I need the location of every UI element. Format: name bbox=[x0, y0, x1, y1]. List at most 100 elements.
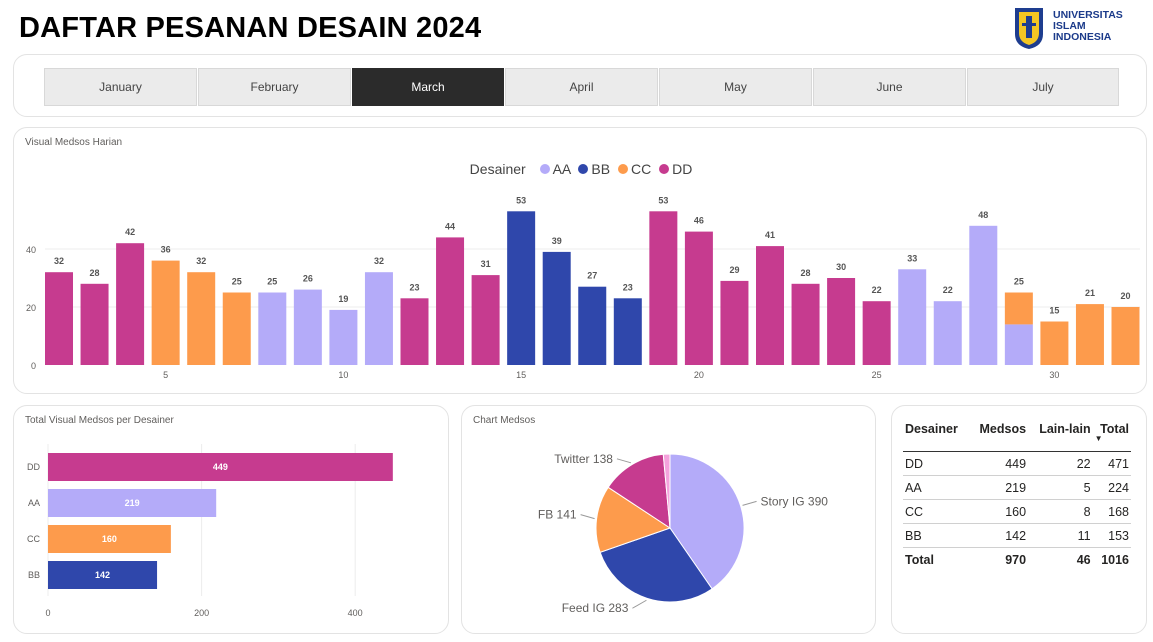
designer-bar-chart: 0 200 400 DD 449 AA 219 CC 160 BB 142 bbox=[27, 444, 393, 618]
data-label: 160 bbox=[102, 534, 117, 544]
month-button-march[interactable]: March bbox=[352, 68, 504, 106]
bar[interactable] bbox=[578, 286, 607, 365]
crest-icon bbox=[1015, 8, 1043, 49]
category-label: DD bbox=[27, 462, 40, 472]
bar[interactable] bbox=[827, 278, 856, 365]
bar[interactable] bbox=[187, 272, 216, 365]
x-tick-label: 200 bbox=[194, 608, 209, 618]
bar[interactable] bbox=[684, 231, 713, 365]
col-header-total[interactable]: Total ▼ bbox=[1092, 420, 1131, 452]
month-button-january[interactable]: January bbox=[44, 68, 197, 106]
table-row[interactable]: CC 160 8 168 bbox=[903, 499, 1131, 524]
sort-desc-icon: ▼ bbox=[1094, 434, 1103, 443]
data-label: 219 bbox=[125, 498, 140, 508]
table-header-row: Desainer Medsos Lain-lain Total ▼ bbox=[903, 420, 1131, 452]
cell-lain-lain: 5 bbox=[1028, 475, 1093, 500]
bar[interactable] bbox=[329, 309, 358, 365]
bar[interactable] bbox=[80, 283, 109, 365]
x-tick-label: 20 bbox=[694, 370, 704, 380]
table-row[interactable]: DD 449 22 471 bbox=[903, 451, 1131, 476]
bar[interactable] bbox=[720, 280, 749, 365]
bar[interactable] bbox=[542, 251, 571, 365]
cell-desainer: CC bbox=[903, 499, 970, 524]
data-label: 19 bbox=[338, 294, 348, 304]
data-label: 25 bbox=[1014, 277, 1024, 287]
cell-medsos: 219 bbox=[969, 475, 1029, 500]
x-tick-label: 25 bbox=[872, 370, 882, 380]
cell-desainer: DD bbox=[903, 451, 970, 476]
total-medsos: 970 bbox=[969, 547, 1029, 572]
x-tick-label: 10 bbox=[338, 370, 348, 380]
bar[interactable] bbox=[400, 298, 429, 365]
category-label: AA bbox=[28, 498, 40, 508]
slice-label: FB 141 bbox=[538, 508, 577, 522]
col-header-medsos[interactable]: Medsos bbox=[969, 420, 1029, 452]
bar[interactable] bbox=[933, 301, 962, 365]
bar[interactable] bbox=[45, 272, 73, 365]
table-row[interactable]: AA 219 5 224 bbox=[903, 475, 1131, 500]
bar[interactable] bbox=[222, 292, 251, 366]
cell-total: 153 bbox=[1092, 523, 1131, 548]
col-header-desainer[interactable]: Desainer bbox=[903, 420, 970, 452]
total-lain-lain: 46 bbox=[1028, 547, 1093, 572]
table-total-row: Total 970 46 1016 bbox=[903, 547, 1131, 572]
bar[interactable] bbox=[258, 292, 287, 366]
data-label: 44 bbox=[445, 221, 455, 231]
bar[interactable] bbox=[862, 301, 891, 365]
bar[interactable] bbox=[151, 260, 180, 365]
data-label: 20 bbox=[1120, 291, 1130, 301]
bar[interactable] bbox=[1075, 304, 1104, 365]
month-slicer: January February March April May June Ju… bbox=[13, 54, 1147, 117]
bar[interactable] bbox=[791, 283, 820, 365]
bar-segment[interactable] bbox=[1004, 292, 1033, 325]
bar[interactable] bbox=[898, 269, 927, 365]
bar[interactable] bbox=[649, 211, 678, 365]
total-label: Total bbox=[903, 547, 970, 572]
bar[interactable] bbox=[1040, 321, 1069, 366]
daily-bar-chart: 0 20 40 32 28 42 36 32 25 25 26 19 32 23 44 31 53 39 27 23 5… bbox=[26, 195, 1140, 380]
col-header-total-label: Total bbox=[1100, 422, 1129, 436]
data-label: 23 bbox=[409, 282, 419, 292]
month-button-june[interactable]: June bbox=[813, 68, 966, 106]
bar[interactable] bbox=[969, 225, 998, 365]
cell-total: 224 bbox=[1092, 475, 1131, 500]
bar[interactable] bbox=[1111, 307, 1140, 365]
daily-chart-card: Visual Medsos Harian Desainer AA BB CC D… bbox=[13, 127, 1147, 394]
slice-label: Story IG 390 bbox=[761, 494, 829, 508]
cell-lain-lain: 22 bbox=[1028, 451, 1093, 476]
cell-lain-lain: 8 bbox=[1028, 499, 1093, 524]
x-tick-label: 400 bbox=[348, 608, 363, 618]
month-button-july[interactable]: July bbox=[967, 68, 1119, 106]
data-label: 36 bbox=[161, 245, 171, 255]
category-label: CC bbox=[27, 534, 40, 544]
bar[interactable] bbox=[756, 246, 784, 365]
col-header-lain-lain[interactable]: Lain-lain bbox=[1028, 420, 1093, 452]
cell-total: 471 bbox=[1092, 451, 1131, 476]
data-label: 42 bbox=[125, 227, 135, 237]
category-label: BB bbox=[28, 570, 40, 580]
data-label: 27 bbox=[587, 271, 597, 281]
cell-desainer: AA bbox=[903, 475, 970, 500]
data-label: 53 bbox=[516, 195, 526, 205]
bar[interactable] bbox=[507, 211, 536, 365]
month-button-may[interactable]: May bbox=[659, 68, 812, 106]
bar[interactable] bbox=[364, 272, 393, 365]
bar-segment[interactable] bbox=[1004, 324, 1033, 365]
bar[interactable] bbox=[613, 298, 642, 365]
bar[interactable] bbox=[471, 275, 500, 365]
bar[interactable] bbox=[436, 237, 465, 365]
table-row[interactable]: BB 142 11 153 bbox=[903, 523, 1131, 548]
data-label: 29 bbox=[729, 265, 739, 275]
data-label: 25 bbox=[267, 277, 277, 287]
month-button-february[interactable]: February bbox=[198, 68, 351, 106]
logo-line-3: INDONESIA bbox=[1053, 31, 1112, 43]
month-button-april[interactable]: April bbox=[505, 68, 658, 106]
x-tick-label: 0 bbox=[45, 608, 50, 618]
y-tick-label: 40 bbox=[26, 245, 36, 255]
bar[interactable] bbox=[293, 289, 322, 365]
cell-total: 168 bbox=[1092, 499, 1131, 524]
x-tick-label: 5 bbox=[163, 370, 168, 380]
medsos-pie-chart: Story IG 390 Feed IG 283 FB 141 Twitter 138 bbox=[538, 452, 829, 615]
leader-line bbox=[632, 599, 647, 609]
bar[interactable] bbox=[116, 243, 145, 365]
